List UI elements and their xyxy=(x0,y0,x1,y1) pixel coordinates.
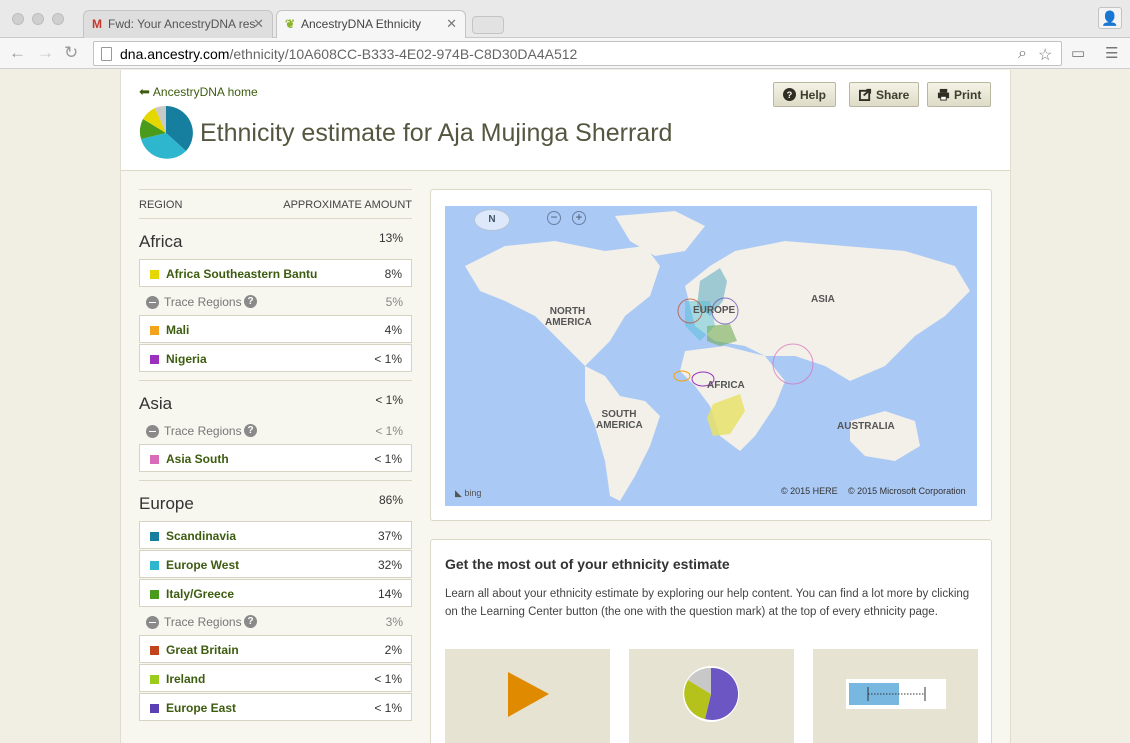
new-tab-button[interactable] xyxy=(472,16,504,34)
close-tab-icon[interactable]: ✕ xyxy=(446,16,457,32)
region-group-asia[interactable]: Asia < 1% xyxy=(139,381,412,417)
region-item[interactable]: Europe East < 1% xyxy=(139,693,412,721)
ancestrydna-home-link[interactable]: ⬅ AncestryDNA home xyxy=(139,84,258,100)
region-item[interactable]: Scandinavia 37% xyxy=(139,521,412,549)
question-icon[interactable]: ? xyxy=(244,424,257,437)
question-icon[interactable]: ? xyxy=(244,615,257,628)
page-title: Ethnicity estimate for Aja Mujinga Sherr… xyxy=(200,119,673,147)
help-button[interactable]: ? Help xyxy=(773,82,837,107)
region-item[interactable]: Mali 4% xyxy=(139,315,412,343)
region-item[interactable]: Italy/Greece 14% xyxy=(139,579,412,607)
color-swatch xyxy=(150,561,159,570)
tab-label: AncestryDNA Ethnicity xyxy=(301,17,422,31)
region-table-header: REGION APPROXIMATE AMOUNT xyxy=(139,189,412,219)
amount-column-header: APPROXIMATE AMOUNT xyxy=(283,199,412,211)
print-button[interactable]: Print xyxy=(927,82,992,107)
region-column-header: REGION xyxy=(139,199,183,211)
region-item[interactable]: Ireland < 1% xyxy=(139,664,412,692)
info-text: Learn all about your ethnicity estimate … xyxy=(445,588,970,618)
color-swatch xyxy=(150,590,159,599)
map-card: N − + NORTH AMERICA EUROPE ASIA AFRICA S… xyxy=(430,189,992,521)
browser-toolbar: ← → ↻ dna.ancestry.com/ethnicity/10A608C… xyxy=(0,38,1130,69)
share-icon xyxy=(859,88,872,101)
gmail-icon: M xyxy=(92,17,102,31)
close-window-button[interactable] xyxy=(12,13,24,25)
region-item[interactable]: Africa Southeastern Bantu 8% xyxy=(139,259,412,287)
copyright-microsoft: © 2015 Microsoft Corporation xyxy=(848,486,966,496)
copyright-here: © 2015 HERE xyxy=(781,486,838,496)
forward-arrow-icon[interactable]: → xyxy=(37,43,54,63)
page-header: ⬅ AncestryDNA home Ethnicity estimate for… xyxy=(121,70,1010,171)
help-icon: ? xyxy=(783,88,796,101)
color-swatch xyxy=(150,326,159,335)
trace-regions-toggle[interactable]: Trace Regions ? < 1% xyxy=(139,417,412,444)
range-bar-tile[interactable] xyxy=(813,649,978,743)
color-swatch xyxy=(150,532,159,541)
color-swatch xyxy=(150,455,159,464)
compass-navigation[interactable]: N xyxy=(474,209,510,231)
map-label-europe: EUROPE xyxy=(693,305,736,316)
zoom-window-button[interactable] xyxy=(52,13,64,25)
back-arrow-icon: ⬅ xyxy=(139,84,150,99)
info-title: Get the most out of your ethnicity estim… xyxy=(445,556,730,572)
color-swatch xyxy=(150,675,159,684)
bing-logo: ◣ bing xyxy=(455,488,482,498)
search-icon[interactable]: ⌕ xyxy=(1018,45,1027,63)
browser-tab-strip: M Fwd: Your AncestryDNA res ✕ ❦ Ancestry… xyxy=(0,0,1130,39)
help-content-card: Get the most out of your ethnicity estim… xyxy=(430,539,992,743)
zoom-out-icon[interactable]: − xyxy=(547,211,561,225)
menu-icon[interactable]: ☰ xyxy=(1105,44,1118,62)
color-swatch xyxy=(150,704,159,713)
close-tab-icon[interactable]: ✕ xyxy=(253,16,264,32)
pie-chart-tile[interactable] xyxy=(629,649,794,743)
map-label-asia: ASIA xyxy=(811,294,835,305)
play-icon xyxy=(508,672,549,717)
color-swatch xyxy=(150,646,159,655)
map-label-south-america: SOUTH AMERICA xyxy=(596,409,643,431)
bookmark-star-icon[interactable]: ☆ xyxy=(1038,45,1052,65)
region-item[interactable]: Europe West 32% xyxy=(139,550,412,578)
color-swatch xyxy=(150,270,159,279)
map-label-north-america: NORTH AMERICA xyxy=(545,306,592,328)
share-button[interactable]: Share xyxy=(849,82,920,107)
ethnicity-map[interactable]: N − + NORTH AMERICA EUROPE ASIA AFRICA S… xyxy=(445,206,977,506)
tab-gmail[interactable]: M Fwd: Your AncestryDNA res ✕ xyxy=(83,10,273,38)
collapse-icon xyxy=(146,616,159,629)
trace-regions-toggle[interactable]: Trace Regions ? 5% xyxy=(139,288,412,315)
url-text[interactable]: dna.ancestry.com/ethnicity/10A608CC-B333… xyxy=(120,46,577,62)
region-item[interactable]: Nigeria < 1% xyxy=(139,344,412,372)
question-icon[interactable]: ? xyxy=(244,295,257,308)
reload-icon[interactable]: ↻ xyxy=(64,43,78,63)
cast-icon[interactable]: ▭ xyxy=(1071,44,1085,62)
printer-icon xyxy=(937,88,950,101)
zoom-in-icon[interactable]: + xyxy=(572,211,586,225)
svg-text:?: ? xyxy=(787,90,793,100)
back-arrow-icon[interactable]: ← xyxy=(9,43,26,63)
tab-label: Fwd: Your AncestryDNA res xyxy=(108,17,256,31)
region-item[interactable]: Great Britain 2% xyxy=(139,635,412,663)
minimize-window-button[interactable] xyxy=(32,13,44,25)
page-content: ⬅ AncestryDNA home Ethnicity estimate for… xyxy=(120,70,1011,743)
region-group-europe[interactable]: Europe 86% xyxy=(139,481,412,521)
page-icon xyxy=(101,47,112,61)
profile-icon[interactable]: 👤 xyxy=(1098,7,1122,29)
range-bar-icon xyxy=(846,679,946,709)
trace-regions-toggle[interactable]: Trace Regions ? 3% xyxy=(139,608,412,635)
region-item[interactable]: Asia South < 1% xyxy=(139,444,412,472)
address-bar[interactable]: dna.ancestry.com/ethnicity/10A608CC-B333… xyxy=(93,41,1062,66)
tab-ancestry[interactable]: ❦ AncestryDNA Ethnicity ✕ xyxy=(276,10,466,39)
ethnicity-pie-logo-icon xyxy=(139,105,193,160)
region-group-africa[interactable]: Africa 13% xyxy=(139,219,412,259)
collapse-icon xyxy=(146,425,159,438)
map-label-africa: AFRICA xyxy=(707,380,745,391)
collapse-icon xyxy=(146,296,159,309)
map-label-australia: AUSTRALIA xyxy=(837,421,895,432)
video-tile[interactable] xyxy=(445,649,610,743)
region-list: REGION APPROXIMATE AMOUNT Africa 13% Afr… xyxy=(139,189,412,722)
world-map-graphic xyxy=(465,211,970,501)
color-swatch xyxy=(150,355,159,364)
ancestry-leaf-icon: ❦ xyxy=(285,17,296,31)
pie-chart-icon xyxy=(683,666,739,722)
